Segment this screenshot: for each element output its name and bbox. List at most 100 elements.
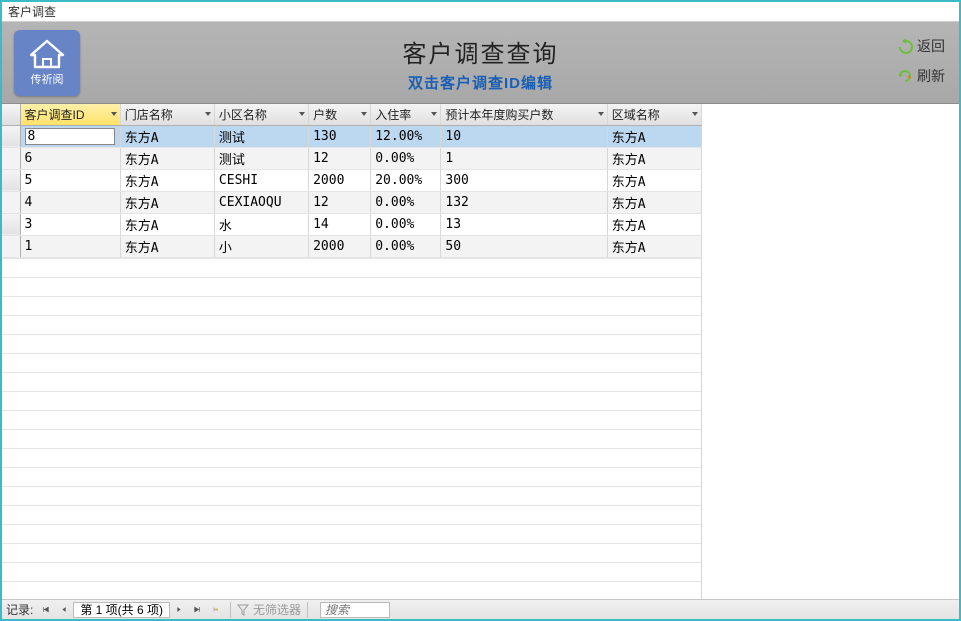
cell-id[interactable]: 4 bbox=[20, 191, 120, 213]
cell-occupancy[interactable]: 20.00% bbox=[371, 169, 441, 191]
dropdown-icon bbox=[205, 112, 211, 116]
select-all-corner[interactable] bbox=[2, 104, 20, 125]
no-filter-button[interactable]: 无筛选器 bbox=[237, 601, 301, 618]
cell-community[interactable]: CEXIAOQU bbox=[214, 191, 308, 213]
cell-id[interactable]: 5 bbox=[20, 169, 120, 191]
col-households[interactable]: 户数 bbox=[309, 104, 371, 125]
cell-id[interactable]: 1 bbox=[20, 235, 120, 257]
window-title: 客户调查 bbox=[2, 2, 959, 22]
dropdown-icon bbox=[598, 112, 604, 116]
cell-buyers[interactable]: 10 bbox=[441, 125, 607, 147]
cell-households[interactable]: 14 bbox=[309, 213, 371, 235]
cell-id[interactable]: 3 bbox=[20, 213, 120, 235]
cell-id[interactable] bbox=[20, 125, 120, 147]
cell-buyers[interactable]: 50 bbox=[441, 235, 607, 257]
row-selector[interactable] bbox=[2, 213, 20, 235]
cell-community[interactable]: 水 bbox=[214, 213, 308, 235]
header-actions: 返回 刷新 bbox=[897, 36, 945, 86]
cell-store[interactable]: 东方A bbox=[120, 213, 214, 235]
no-filter-label: 无筛选器 bbox=[253, 601, 301, 618]
window-title-text: 客户调查 bbox=[8, 5, 56, 19]
col-community[interactable]: 小区名称 bbox=[214, 104, 308, 125]
col-store[interactable]: 门店名称 bbox=[120, 104, 214, 125]
search-input[interactable] bbox=[320, 602, 390, 618]
cell-region[interactable]: 东方A bbox=[607, 213, 701, 235]
data-grid[interactable]: 客户调查ID 门店名称 小区名称 户数 入住率 预计本年度购买户数 区域名称 东… bbox=[2, 104, 959, 599]
cell-occupancy[interactable]: 0.00% bbox=[371, 235, 441, 257]
table-row[interactable]: 3东方A水140.00%13东方A bbox=[2, 213, 702, 235]
dropdown-icon bbox=[361, 112, 367, 116]
cell-store[interactable]: 东方A bbox=[120, 169, 214, 191]
cell-community[interactable]: 测试 bbox=[214, 147, 308, 169]
table-row[interactable]: 1东方A小20000.00%50东方A bbox=[2, 235, 702, 257]
back-arrow-icon bbox=[897, 38, 913, 54]
cell-occupancy[interactable]: 0.00% bbox=[371, 191, 441, 213]
cell-households[interactable]: 12 bbox=[309, 191, 371, 213]
nav-first-button[interactable] bbox=[37, 602, 55, 618]
cell-community[interactable]: 测试 bbox=[214, 125, 308, 147]
refresh-label: 刷新 bbox=[917, 66, 945, 86]
refresh-button[interactable]: 刷新 bbox=[897, 66, 945, 86]
app-window: 客户调查 传祈阅 客户调查查询 双击客户调查ID编辑 返回 bbox=[0, 0, 961, 621]
separator bbox=[307, 602, 308, 618]
filter-icon bbox=[237, 604, 249, 616]
record-position[interactable]: 第 1 项(共 6 项) bbox=[73, 602, 170, 618]
cell-buyers[interactable]: 1 bbox=[441, 147, 607, 169]
cell-region[interactable]: 东方A bbox=[607, 147, 701, 169]
table: 客户调查ID 门店名称 小区名称 户数 入住率 预计本年度购买户数 区域名称 东… bbox=[2, 104, 702, 258]
cell-occupancy[interactable]: 0.00% bbox=[371, 147, 441, 169]
separator bbox=[230, 602, 231, 618]
col-occupancy[interactable]: 入住率 bbox=[371, 104, 441, 125]
row-selector[interactable] bbox=[2, 191, 20, 213]
table-row[interactable]: 4东方ACEXIAOQU120.00%132东方A bbox=[2, 191, 702, 213]
nav-prev-button[interactable] bbox=[55, 602, 73, 618]
table-row[interactable]: 6东方A测试120.00%1东方A bbox=[2, 147, 702, 169]
page-subtitle: 双击客户调查ID编辑 bbox=[2, 72, 959, 93]
cell-region[interactable]: 东方A bbox=[607, 235, 701, 257]
cell-households[interactable]: 12 bbox=[309, 147, 371, 169]
refresh-icon bbox=[897, 68, 913, 84]
nav-new-button[interactable] bbox=[206, 602, 224, 618]
cell-buyers[interactable]: 132 bbox=[441, 191, 607, 213]
row-selector[interactable] bbox=[2, 147, 20, 169]
dropdown-icon bbox=[111, 112, 117, 116]
nav-next-button[interactable] bbox=[170, 602, 188, 618]
row-selector[interactable] bbox=[2, 169, 20, 191]
cell-region[interactable]: 东方A bbox=[607, 125, 701, 147]
cell-region[interactable]: 东方A bbox=[607, 169, 701, 191]
cell-households[interactable]: 130 bbox=[309, 125, 371, 147]
back-label: 返回 bbox=[917, 36, 945, 56]
cell-store[interactable]: 东方A bbox=[120, 125, 214, 147]
cell-store[interactable]: 东方A bbox=[120, 191, 214, 213]
header-row: 客户调查ID 门店名称 小区名称 户数 入住率 预计本年度购买户数 区域名称 bbox=[2, 104, 702, 125]
page-title: 客户调查查询 bbox=[2, 34, 959, 69]
cell-occupancy[interactable]: 12.00% bbox=[371, 125, 441, 147]
record-navigator: 记录: 第 1 项(共 6 项) 无筛选器 bbox=[2, 599, 959, 619]
cell-community[interactable]: 小 bbox=[214, 235, 308, 257]
cell-buyers[interactable]: 13 bbox=[441, 213, 607, 235]
col-survey-id[interactable]: 客户调查ID bbox=[20, 104, 120, 125]
cell-region[interactable]: 东方A bbox=[607, 191, 701, 213]
cell-households[interactable]: 2000 bbox=[309, 169, 371, 191]
cell-store[interactable]: 东方A bbox=[120, 235, 214, 257]
cell-buyers[interactable]: 300 bbox=[441, 169, 607, 191]
cell-id[interactable]: 6 bbox=[20, 147, 120, 169]
col-buyers[interactable]: 预计本年度购买户数 bbox=[441, 104, 607, 125]
row-selector[interactable] bbox=[2, 235, 20, 257]
cell-occupancy[interactable]: 0.00% bbox=[371, 213, 441, 235]
cell-editor[interactable] bbox=[25, 128, 115, 145]
dropdown-icon bbox=[692, 112, 698, 116]
header: 传祈阅 客户调查查询 双击客户调查ID编辑 返回 刷新 bbox=[2, 22, 959, 104]
cell-community[interactable]: CESHI bbox=[214, 169, 308, 191]
record-label: 记录: bbox=[6, 601, 33, 618]
table-row[interactable]: 5东方ACESHI200020.00%300东方A bbox=[2, 169, 702, 191]
cell-households[interactable]: 2000 bbox=[309, 235, 371, 257]
empty-rows bbox=[2, 258, 702, 600]
table-row[interactable]: 东方A测试13012.00%10东方A bbox=[2, 125, 702, 147]
row-selector[interactable] bbox=[2, 125, 20, 147]
back-button[interactable]: 返回 bbox=[897, 36, 945, 56]
nav-last-button[interactable] bbox=[188, 602, 206, 618]
col-region[interactable]: 区域名称 bbox=[607, 104, 701, 125]
cell-store[interactable]: 东方A bbox=[120, 147, 214, 169]
dropdown-icon bbox=[299, 112, 305, 116]
